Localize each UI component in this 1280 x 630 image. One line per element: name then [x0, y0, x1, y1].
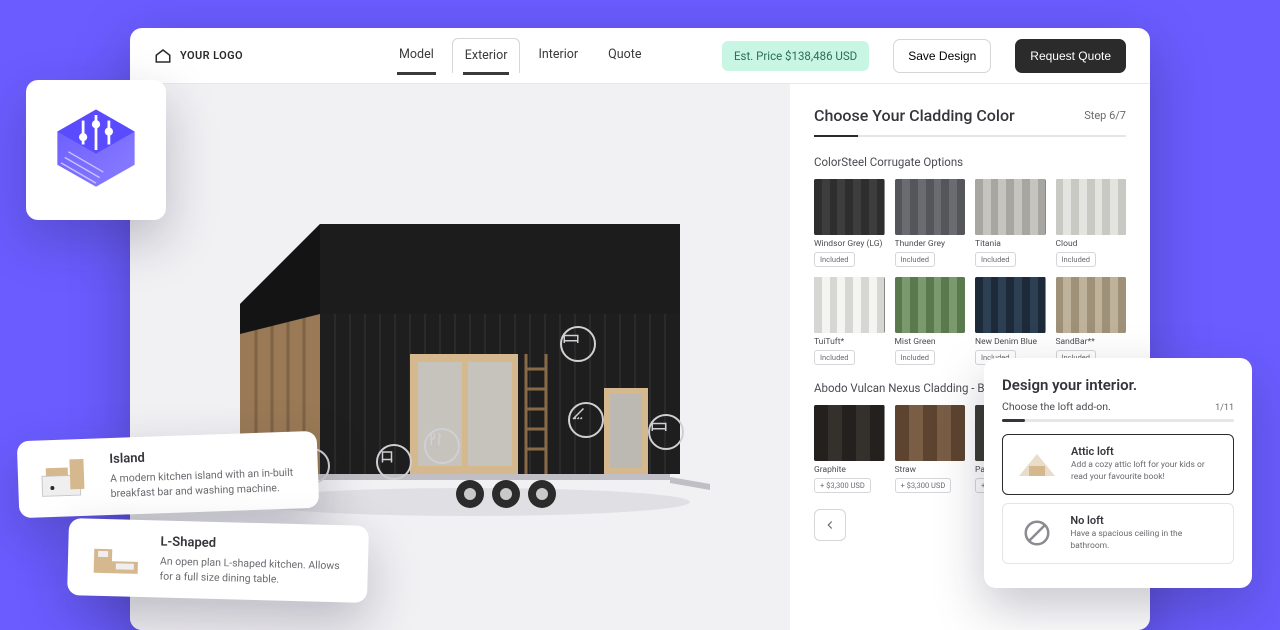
- lshaped-desc: An open plan L-shaped kitchen. Allows fo…: [159, 553, 350, 588]
- step-counter: Step 6/7: [1084, 109, 1126, 122]
- island-desc: A modern kitchen island with an in-built…: [110, 464, 301, 501]
- attic-desc: Add a cozy attic loft for your kids or r…: [1071, 460, 1221, 484]
- swatch-price: Included: [895, 350, 936, 365]
- swatch-price: + $3,300 USD: [814, 478, 871, 493]
- swatch-option[interactable]: Titania Included: [975, 179, 1046, 267]
- swatch-option[interactable]: Cloud Included: [1056, 179, 1127, 267]
- swatch-option[interactable]: Graphite + $3,300 USD: [814, 405, 885, 493]
- hotspot-loft-bed[interactable]: [560, 326, 596, 362]
- swatch-price: + $3,300 USD: [895, 478, 952, 493]
- swatch-option[interactable]: Thunder Grey Included: [895, 179, 966, 267]
- lshaped-title: L-Shaped: [160, 534, 350, 554]
- swatch-price: Included: [1056, 252, 1097, 267]
- tab-interior[interactable]: Interior: [526, 38, 590, 73]
- swatch-price: Included: [895, 252, 936, 267]
- swatch-option[interactable]: Straw + $3,300 USD: [895, 405, 966, 493]
- swatch-option[interactable]: Windsor Grey (LG) Included: [814, 179, 885, 267]
- swatch-price: Included: [975, 252, 1016, 267]
- step-progress: [814, 135, 1126, 137]
- panel-title: Choose Your Cladding Color: [814, 106, 1015, 125]
- swatch-name: Cloud: [1056, 239, 1127, 249]
- swatch-grid-corrugate: Windsor Grey (LG) Included Thunder Grey Inc…: [814, 179, 1126, 365]
- brand-logo: YOUR LOGO: [154, 47, 243, 65]
- tab-quote[interactable]: Quote: [596, 38, 653, 73]
- configurator-logo-icon: [50, 104, 142, 196]
- brand-text: YOUR LOGO: [180, 49, 243, 62]
- island-title: Island: [109, 445, 299, 467]
- interior-title: Design your interior.: [1002, 376, 1234, 394]
- save-design-button[interactable]: Save Design: [893, 39, 991, 73]
- price-badge: Est. Price $138,486 USD: [722, 41, 869, 71]
- hotspot-bedroom[interactable]: [648, 414, 684, 450]
- hotspot-dining[interactable]: [424, 428, 460, 464]
- swatch-name: Thunder Grey: [895, 239, 966, 249]
- noloft-title: No loft: [1070, 514, 1221, 527]
- swatch-name: Straw: [895, 465, 966, 475]
- swatch-name: New Denim Blue: [975, 337, 1046, 347]
- swatch-name: Graphite: [814, 465, 885, 475]
- swatch-option[interactable]: Mist Green Included: [895, 277, 966, 365]
- swatch-option[interactable]: SandBar**Included: [1056, 277, 1127, 365]
- interior-popup: Design your interior. Choose the loft ad…: [984, 358, 1252, 588]
- swatch-name: TuiTuft*: [814, 337, 885, 347]
- island-thumb-icon: [35, 453, 97, 503]
- swatch-name: Mist Green: [895, 337, 966, 347]
- hotspot-shower[interactable]: [568, 402, 604, 438]
- brand-tile: [26, 80, 166, 220]
- request-quote-button[interactable]: Request Quote: [1015, 39, 1126, 73]
- attic-title: Attic loft: [1071, 445, 1221, 458]
- option-card-island[interactable]: Island A modern kitchen island with an i…: [17, 431, 320, 519]
- option-no-loft[interactable]: No loft Have a spacious ceiling in the b…: [1002, 503, 1234, 564]
- group-title-corrugate: ColorSteel Corrugate Options: [814, 155, 1126, 169]
- hotspot-chair[interactable]: [376, 444, 412, 480]
- option-card-lshaped[interactable]: L-Shaped An open plan L-shaped kitchen. …: [67, 518, 369, 603]
- swatch-name: Windsor Grey (LG): [814, 239, 885, 249]
- lshaped-thumb-icon: [85, 533, 146, 583]
- interior-progress: [1002, 419, 1234, 422]
- house-icon: [154, 47, 172, 65]
- noloft-desc: Have a spacious ceiling in the bathroom.: [1070, 529, 1221, 553]
- topbar: YOUR LOGO Model Exterior Interior Quote …: [130, 28, 1150, 84]
- tab-model[interactable]: Model: [387, 38, 446, 73]
- prev-step-button[interactable]: [814, 509, 846, 541]
- attic-loft-icon: [1015, 446, 1059, 482]
- swatch-name: SandBar**: [1056, 337, 1127, 347]
- swatch-price: Included: [814, 350, 855, 365]
- no-loft-icon: [1015, 515, 1058, 551]
- option-attic-loft[interactable]: Attic loft Add a cozy attic loft for you…: [1002, 434, 1234, 495]
- swatch-price: Included: [814, 252, 855, 267]
- chevron-left-icon: [823, 518, 837, 532]
- nav-tabs: Model Exterior Interior Quote: [387, 38, 653, 73]
- tab-exterior[interactable]: Exterior: [452, 38, 521, 73]
- swatch-name: Titania: [975, 239, 1046, 249]
- swatch-option[interactable]: TuiTuft* Included: [814, 277, 885, 365]
- swatch-option[interactable]: New Denim BlueIncluded: [975, 277, 1046, 365]
